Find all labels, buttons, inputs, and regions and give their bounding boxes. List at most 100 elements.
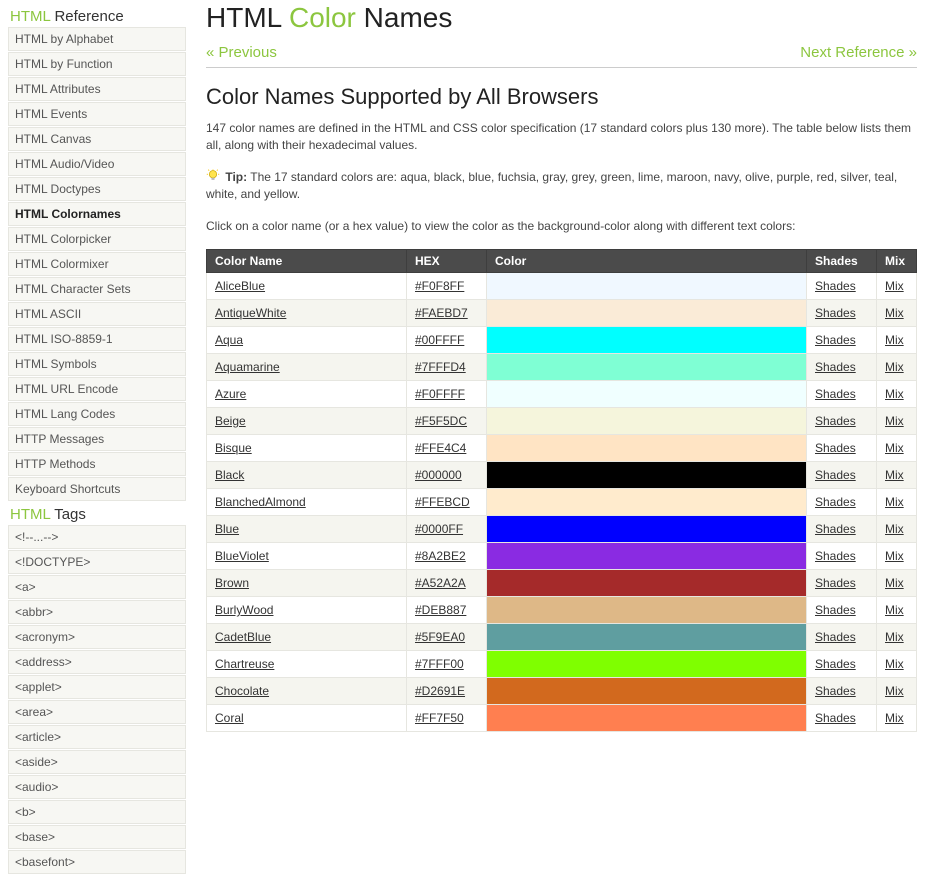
sidebar-item[interactable]: HTML Colormixer <box>8 252 186 276</box>
color-name-link[interactable]: Chocolate <box>215 684 269 698</box>
sidebar-item[interactable]: HTML Events <box>8 102 186 126</box>
mix-link[interactable]: Mix <box>885 360 904 374</box>
mix-link[interactable]: Mix <box>885 495 904 509</box>
color-name-link[interactable]: BurlyWood <box>215 603 273 617</box>
shades-link[interactable]: Shades <box>815 495 856 509</box>
shades-link[interactable]: Shades <box>815 360 856 374</box>
sidebar-item[interactable]: HTML Audio/Video <box>8 152 186 176</box>
shades-link[interactable]: Shades <box>815 549 856 563</box>
sidebar-item[interactable]: HTML Attributes <box>8 77 186 101</box>
color-hex-link[interactable]: #7FFFD4 <box>415 360 466 374</box>
color-name-link[interactable]: AntiqueWhite <box>215 306 286 320</box>
sidebar-item[interactable]: <!--...--> <box>8 525 186 549</box>
shades-link[interactable]: Shades <box>815 657 856 671</box>
color-hex-link[interactable]: #FFEBCD <box>415 495 470 509</box>
color-hex-link[interactable]: #000000 <box>415 468 462 482</box>
color-hex-link[interactable]: #F0FFFF <box>415 387 465 401</box>
sidebar-item[interactable]: HTTP Methods <box>8 452 186 476</box>
shades-link[interactable]: Shades <box>815 387 856 401</box>
color-hex-link[interactable]: #F0F8FF <box>415 279 464 293</box>
sidebar-item[interactable]: <abbr> <box>8 600 186 624</box>
mix-link[interactable]: Mix <box>885 576 904 590</box>
mix-link[interactable]: Mix <box>885 549 904 563</box>
color-hex-link[interactable]: #A52A2A <box>415 576 466 590</box>
mix-link[interactable]: Mix <box>885 630 904 644</box>
shades-link[interactable]: Shades <box>815 441 856 455</box>
next-link[interactable]: Next Reference » <box>800 44 917 61</box>
color-name-link[interactable]: BlanchedAlmond <box>215 495 306 509</box>
color-name-link[interactable]: Brown <box>215 576 249 590</box>
color-hex-link[interactable]: #7FFF00 <box>415 657 464 671</box>
shades-link[interactable]: Shades <box>815 603 856 617</box>
color-name-link[interactable]: Aqua <box>215 333 243 347</box>
sidebar-item[interactable]: <applet> <box>8 675 186 699</box>
color-name-link[interactable]: BlueViolet <box>215 549 269 563</box>
shades-link[interactable]: Shades <box>815 414 856 428</box>
sidebar-item[interactable]: <address> <box>8 650 186 674</box>
mix-link[interactable]: Mix <box>885 306 904 320</box>
mix-link[interactable]: Mix <box>885 711 904 725</box>
shades-link[interactable]: Shades <box>815 306 856 320</box>
sidebar-item[interactable]: <basefont> <box>8 850 186 874</box>
shades-link[interactable]: Shades <box>815 576 856 590</box>
sidebar-item[interactable]: HTML by Alphabet <box>8 27 186 51</box>
color-name-link[interactable]: Beige <box>215 414 246 428</box>
mix-link[interactable]: Mix <box>885 279 904 293</box>
prev-link[interactable]: « Previous <box>206 44 277 61</box>
mix-link[interactable]: Mix <box>885 441 904 455</box>
color-name-link[interactable]: Black <box>215 468 244 482</box>
sidebar-item[interactable]: Keyboard Shortcuts <box>8 477 186 501</box>
mix-link[interactable]: Mix <box>885 387 904 401</box>
sidebar-item[interactable]: HTML Colornames <box>8 202 186 226</box>
color-name-link[interactable]: Aquamarine <box>215 360 280 374</box>
mix-link[interactable]: Mix <box>885 603 904 617</box>
shades-link[interactable]: Shades <box>815 522 856 536</box>
sidebar-item[interactable]: HTML Doctypes <box>8 177 186 201</box>
color-hex-link[interactable]: #8A2BE2 <box>415 549 466 563</box>
mix-link[interactable]: Mix <box>885 684 904 698</box>
mix-link[interactable]: Mix <box>885 522 904 536</box>
sidebar-item[interactable]: <!DOCTYPE> <box>8 550 186 574</box>
mix-link[interactable]: Mix <box>885 657 904 671</box>
sidebar-item[interactable]: HTML Colorpicker <box>8 227 186 251</box>
sidebar-item[interactable]: HTML Symbols <box>8 352 186 376</box>
color-name-link[interactable]: Chartreuse <box>215 657 274 671</box>
sidebar-item[interactable]: HTML URL Encode <box>8 377 186 401</box>
sidebar-item[interactable]: <aside> <box>8 750 186 774</box>
color-name-link[interactable]: Bisque <box>215 441 252 455</box>
color-hex-link[interactable]: #FF7F50 <box>415 711 464 725</box>
sidebar-item[interactable]: <audio> <box>8 775 186 799</box>
shades-link[interactable]: Shades <box>815 684 856 698</box>
sidebar-item[interactable]: HTML Canvas <box>8 127 186 151</box>
color-hex-link[interactable]: #D2691E <box>415 684 465 698</box>
sidebar-item[interactable]: <a> <box>8 575 186 599</box>
shades-link[interactable]: Shades <box>815 333 856 347</box>
color-hex-link[interactable]: #DEB887 <box>415 603 466 617</box>
color-hex-link[interactable]: #0000FF <box>415 522 463 536</box>
color-name-link[interactable]: Blue <box>215 522 239 536</box>
color-hex-link[interactable]: #FFE4C4 <box>415 441 466 455</box>
color-hex-link[interactable]: #00FFFF <box>415 333 464 347</box>
mix-link[interactable]: Mix <box>885 333 904 347</box>
color-name-link[interactable]: CadetBlue <box>215 630 271 644</box>
color-hex-link[interactable]: #5F9EA0 <box>415 630 465 644</box>
sidebar-item[interactable]: <base> <box>8 825 186 849</box>
color-name-link[interactable]: AliceBlue <box>215 279 265 293</box>
sidebar-item[interactable]: <acronym> <box>8 625 186 649</box>
sidebar-item[interactable]: HTTP Messages <box>8 427 186 451</box>
color-hex-link[interactable]: #F5F5DC <box>415 414 467 428</box>
sidebar-item[interactable]: HTML Character Sets <box>8 277 186 301</box>
sidebar-item[interactable]: HTML ISO-8859-1 <box>8 327 186 351</box>
mix-link[interactable]: Mix <box>885 414 904 428</box>
sidebar-item[interactable]: <article> <box>8 725 186 749</box>
sidebar-item[interactable]: <area> <box>8 700 186 724</box>
sidebar-item[interactable]: HTML ASCII <box>8 302 186 326</box>
sidebar-item[interactable]: <b> <box>8 800 186 824</box>
color-name-link[interactable]: Azure <box>215 387 246 401</box>
color-name-link[interactable]: Coral <box>215 711 244 725</box>
shades-link[interactable]: Shades <box>815 630 856 644</box>
shades-link[interactable]: Shades <box>815 279 856 293</box>
mix-link[interactable]: Mix <box>885 468 904 482</box>
sidebar-item[interactable]: HTML by Function <box>8 52 186 76</box>
color-hex-link[interactable]: #FAEBD7 <box>415 306 468 320</box>
